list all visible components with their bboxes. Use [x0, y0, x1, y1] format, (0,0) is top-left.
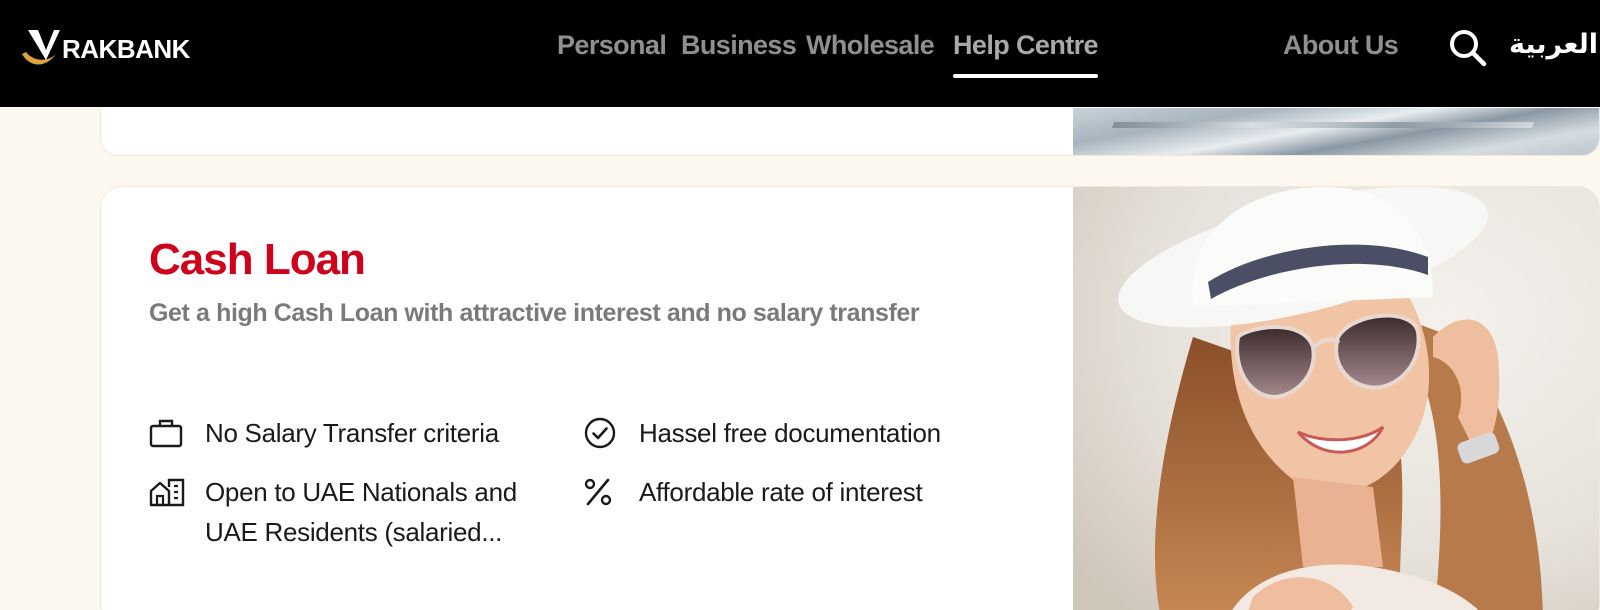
cash-loan-product-photo	[1073, 187, 1599, 610]
woman-photo-illustration	[1073, 187, 1599, 610]
nav-business[interactable]: Business	[681, 30, 797, 68]
search-button[interactable]	[1448, 28, 1488, 68]
feature-text: Affordable rate of interest	[639, 477, 923, 507]
card-title: Cash Loan	[149, 235, 366, 284]
feature-item: Hassel free documentation	[583, 413, 999, 453]
feature-item: Affordable rate of interest	[583, 472, 999, 512]
briefcase-icon	[149, 413, 185, 453]
active-nav-underline	[953, 74, 1098, 78]
check-circle-icon	[583, 413, 619, 453]
nav-wholesale[interactable]: Wholesale	[806, 30, 935, 68]
card-subtitle: Get a high Cash Loan with attractive int…	[149, 299, 920, 327]
logo-swoosh-icon	[22, 30, 60, 65]
feature-text: Open to UAE Nationals and UAE Residents …	[205, 477, 517, 547]
buildings-icon	[149, 472, 185, 512]
top-navigation-bar: RAKBANK Personal Business Wholesale Help…	[0, 0, 1600, 107]
nav-help-centre-label: Help Centre	[953, 30, 1099, 60]
nav-help-centre[interactable]: Help Centre	[953, 30, 1099, 78]
rakbank-logo[interactable]: RAKBANK	[16, 24, 190, 72]
feature-text: Hassel free documentation	[639, 418, 941, 448]
feature-item: No Salary Transfer criteria	[149, 413, 545, 453]
search-icon	[1450, 30, 1487, 67]
percent-icon	[583, 472, 619, 512]
feature-text: No Salary Transfer criteria	[205, 418, 499, 448]
cash-loan-card[interactable]: Cash Loan Get a high Cash Loan with attr…	[100, 186, 1600, 610]
previous-product-image	[1073, 108, 1599, 155]
language-switch[interactable]: العربية	[1509, 29, 1598, 60]
nav-personal[interactable]: Personal	[557, 30, 667, 68]
nav-about-us[interactable]: About Us	[1283, 30, 1399, 68]
feature-item: Open to UAE Nationals and UAE Residents …	[149, 472, 545, 552]
logo-text: RAKBANK	[62, 33, 190, 64]
